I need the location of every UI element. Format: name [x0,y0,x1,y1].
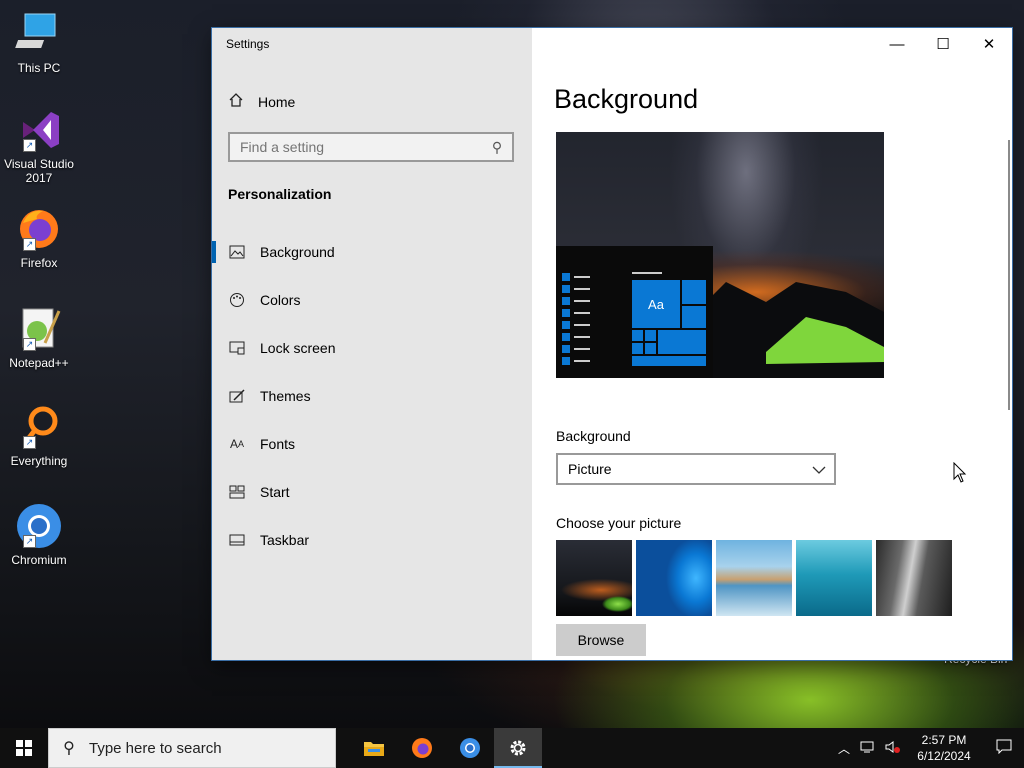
desktop-icon-label: This PC [17,61,61,75]
clock[interactable]: 2:57 PM 6/12/2024 [904,732,984,764]
folder-icon [364,742,384,756]
thumbnail-rock-cliff[interactable] [876,540,952,616]
gear-icon [510,740,526,756]
personalization-menu: Background Colors Lock screen Themes A A… [212,228,532,564]
thumbnail-underwater-swimmer[interactable] [796,540,872,616]
desktop-icon-notepadpp[interactable]: ↗ Notepad++ [4,305,74,370]
sidebar-item-colors[interactable]: Colors [212,276,532,324]
sidebar-item-label: Colors [260,292,301,308]
category-heading: Personalization [228,186,332,202]
start-button[interactable] [0,728,48,768]
network-icon[interactable] [856,740,880,757]
volume-muted-icon[interactable] [880,740,904,757]
settings-sidebar: Settings Home ⚲ Personalization Backgrou… [212,28,532,660]
window-title: Settings [226,37,270,51]
preview-tile-text: Aa [632,280,680,328]
firefox-icon [412,738,432,758]
taskbar-icon [228,532,246,548]
find-setting-input[interactable] [230,138,482,156]
firefox-icon: ↗ [15,205,63,253]
sidebar-item-fonts[interactable]: AA Fonts [212,420,532,468]
visual-studio-icon: ↗ [15,106,63,154]
sidebar-item-label: Taskbar [260,532,310,548]
background-preview: Aa [556,132,884,378]
desktop-icon-label: Everything [10,454,68,468]
desktop-icon-this-pc[interactable]: This PC [4,10,74,75]
home-label: Home [258,93,296,110]
thumbnail-windows-blue[interactable] [636,540,712,616]
page-title: Background [554,84,699,114]
choose-picture-label: Choose your picture [556,515,682,531]
picture-thumbnails [556,540,952,616]
sidebar-item-taskbar[interactable]: Taskbar [212,516,532,564]
desktop-icon-chromium[interactable]: ↗ Chromium [4,502,74,567]
mouse-cursor-icon [953,461,967,487]
dropdown-value: Picture [568,461,612,477]
chromium-icon: ↗ [15,502,63,550]
sidebar-item-background[interactable]: Background [212,228,532,276]
clock-time: 2:57 PM [921,733,967,747]
sidebar-item-label: Background [260,244,335,260]
system-tray: ︿ 2:57 PM 6/12/2024 [832,728,1024,768]
home-nav-item[interactable]: Home [228,92,295,111]
shortcut-arrow-icon: ↗ [23,139,36,152]
sidebar-item-label: Fonts [260,436,296,452]
notepadpp-icon: ↗ [15,305,63,353]
thumbnail-night-tent[interactable] [556,540,632,616]
desktop-icon-label: Notepad++ [9,356,69,370]
desktop-icon-label: Visual Studio 2017 [4,157,74,185]
scrollbar[interactable] [1008,140,1010,410]
desktop-icon-everything[interactable]: ↗ Everything [4,403,74,468]
computer-icon [15,10,63,58]
search-icon: ⚲ [63,740,75,757]
notification-center-icon[interactable] [984,738,1024,759]
shortcut-arrow-icon: ↗ [23,338,36,351]
start-menu-mockup: Aa [556,246,713,378]
taskbar: ⚲ Type here to search ︿ 2:57 PM 6/12/202… [0,728,1024,768]
fonts-icon: AA [229,437,245,451]
find-setting-search-box[interactable]: ⚲ [228,132,514,162]
lock-screen-icon [228,340,246,356]
background-type-dropdown[interactable]: Picture [556,453,836,485]
desktop-icon-firefox[interactable]: ↗ Firefox [4,205,74,270]
shortcut-arrow-icon: ↗ [23,535,36,548]
sidebar-item-label: Themes [260,388,311,404]
desktop-icon-label: Chromium [11,553,67,567]
sidebar-item-start[interactable]: Start [212,468,532,516]
settings-main-pane: Background Aa Background Picture Choose … [532,28,1012,660]
chevron-up-icon[interactable]: ︿ [832,740,856,757]
home-icon [228,92,244,111]
picture-icon [228,244,246,260]
desktop-icon-visual-studio[interactable]: ↗ Visual Studio 2017 [4,106,74,185]
everything-search-icon: ↗ [15,403,63,451]
sidebar-item-themes[interactable]: Themes [212,372,532,420]
sidebar-item-lock-screen[interactable]: Lock screen [212,324,532,372]
sidebar-item-label: Start [260,484,290,500]
start-app-list [562,272,592,368]
taskbar-settings[interactable] [494,728,542,768]
desktop-icon-label: Firefox [20,256,58,270]
palette-icon [228,292,246,308]
settings-window: Settings Home ⚲ Personalization Backgrou… [212,28,1012,660]
taskbar-chromium[interactable] [446,728,494,768]
taskbar-search-box[interactable]: ⚲ Type here to search [48,728,336,768]
shortcut-arrow-icon: ↗ [23,436,36,449]
taskbar-file-explorer[interactable] [350,728,398,768]
taskbar-firefox[interactable] [398,728,446,768]
background-type-label: Background [556,428,631,444]
themes-icon [228,388,246,404]
start-icon [228,484,246,500]
taskbar-search-placeholder: Type here to search [89,739,222,757]
browse-button[interactable]: Browse [556,624,646,656]
chromium-icon [460,738,480,758]
thumbnail-beach-rocks[interactable] [716,540,792,616]
windows-logo-icon [16,740,32,756]
shortcut-arrow-icon: ↗ [23,238,36,251]
search-icon[interactable]: ⚲ [482,139,512,156]
start-tiles: Aa [632,280,706,366]
chevron-down-icon [812,461,826,477]
clock-date: 6/12/2024 [917,749,971,763]
sidebar-item-label: Lock screen [260,340,336,356]
